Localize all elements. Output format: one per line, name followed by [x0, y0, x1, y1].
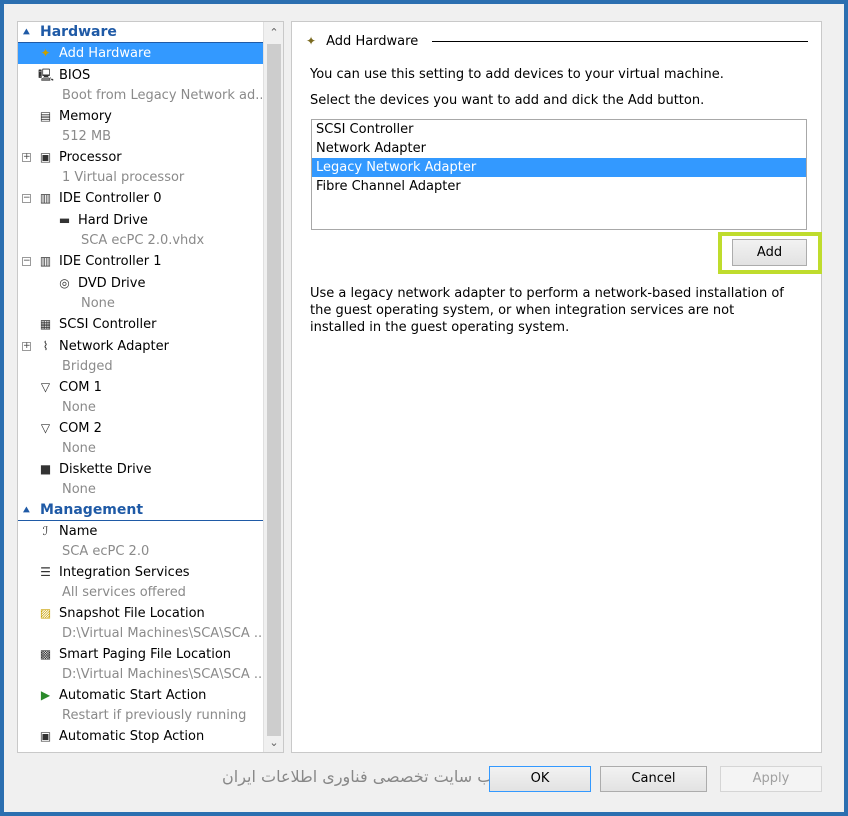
title-divider — [432, 41, 808, 42]
floppy-icon: ■ — [38, 462, 53, 477]
tree-item-snapshot-file-location[interactable]: ▨Snapshot File Location D:\Virtual Machi… — [18, 603, 264, 644]
start-action-icon: ▶ — [38, 688, 53, 703]
tree-item-ide-controller-0[interactable]: − ▥IDE Controller 0 — [18, 188, 264, 210]
scroll-up-icon[interactable]: ⌃ — [264, 22, 284, 42]
dvd-icon: ◎ — [57, 276, 72, 291]
tree-item-name[interactable]: ℐName SCA ecPC 2.0 — [18, 521, 264, 562]
tree-item-automatic-stop-action[interactable]: ▣Automatic Stop Action — [18, 726, 264, 748]
window-top-border — [0, 0, 848, 4]
tree-item-bios[interactable]: 🖳BIOS Boot from Legacy Network ad... — [18, 65, 264, 106]
collapse-chevron-icon[interactable]: ⯅ — [22, 500, 31, 521]
tree-item-automatic-start-action[interactable]: ▶Automatic Start Action Restart if previ… — [18, 685, 264, 726]
settings-tree: ⯅ Hardware ✦Add Hardware 🖳BIOS Boot from… — [17, 21, 284, 753]
section-label: Hardware — [40, 24, 117, 40]
tree-item-processor[interactable]: + ▣Processor 1 Virtual processor — [18, 147, 264, 188]
tree-item-com2[interactable]: ▽COM 2 None — [18, 418, 264, 459]
add-hardware-icon: ✦ — [306, 32, 322, 50]
cancel-button[interactable]: Cancel — [600, 766, 707, 792]
add-button[interactable]: Add — [732, 239, 807, 266]
apply-button[interactable]: Apply — [720, 766, 822, 792]
tree-item-diskette-drive[interactable]: ■Diskette Drive None — [18, 459, 264, 500]
snapshot-folder-icon: ▨ — [38, 606, 53, 621]
intro-text: You can use this setting to add devices … — [310, 67, 724, 83]
device-listbox[interactable]: SCSI Controller Network Adapter Legacy N… — [311, 119, 807, 230]
ok-button[interactable]: OK — [489, 766, 591, 792]
com-port-icon: ▽ — [38, 421, 53, 436]
tree-item-ide-controller-1[interactable]: − ▥IDE Controller 1 — [18, 251, 264, 273]
section-header-hardware[interactable]: ⯅ Hardware — [18, 22, 264, 43]
tree-item-hard-drive[interactable]: ▬Hard Drive SCA ecPC 2.0.vhdx — [18, 210, 264, 251]
tree-scrollbar[interactable]: ⌃ ⌄ — [263, 22, 283, 752]
add-hardware-icon: ✦ — [38, 46, 53, 61]
instruction-text: Select the devices you want to add and d… — [310, 93, 704, 109]
network-adapter-icon: ⌇ — [38, 339, 53, 354]
device-option[interactable]: SCSI Controller — [312, 120, 806, 139]
section-label: Management — [40, 502, 143, 518]
scroll-down-icon[interactable]: ⌄ — [264, 732, 284, 752]
tree-item-dvd-drive[interactable]: ◎DVD Drive None — [18, 273, 264, 314]
ide-controller-icon: ▥ — [38, 191, 53, 206]
ide-controller-icon: ▥ — [38, 254, 53, 269]
processor-icon: ▣ — [38, 150, 53, 165]
device-option[interactable]: Network Adapter — [312, 139, 806, 158]
add-hardware-panel: ✦ Add Hardware You can use this setting … — [291, 21, 822, 753]
tree-item-com1[interactable]: ▽COM 1 None — [18, 377, 264, 418]
tree-item-scsi-controller[interactable]: ▦SCSI Controller — [18, 314, 264, 336]
tree-item-smart-paging-file-location[interactable]: ▩Smart Paging File Location D:\Virtual M… — [18, 644, 264, 685]
com-port-icon: ▽ — [38, 380, 53, 395]
bios-icon: 🖳 — [38, 68, 53, 83]
section-header-management[interactable]: ⯅ Management — [18, 500, 264, 521]
collapse-chevron-icon[interactable]: ⯅ — [22, 22, 31, 43]
scrollbar-thumb[interactable] — [267, 44, 281, 736]
scsi-controller-icon: ▦ — [38, 317, 53, 332]
panel-title: ✦ Add Hardware — [306, 32, 418, 50]
integration-services-icon: ☰ — [38, 565, 53, 580]
device-option[interactable]: Fibre Channel Adapter — [312, 177, 806, 196]
tree-item-memory[interactable]: ▤Memory 512 MB — [18, 106, 264, 147]
hard-drive-icon: ▬ — [57, 213, 72, 228]
device-option-selected[interactable]: Legacy Network Adapter — [312, 158, 806, 177]
device-description: Use a legacy network adapter to perform … — [310, 285, 790, 336]
paging-file-icon: ▩ — [38, 647, 53, 662]
memory-icon: ▤ — [38, 109, 53, 124]
name-icon: ℐ — [38, 524, 53, 539]
tree-item-integration-services[interactable]: ☰Integration Services All services offer… — [18, 562, 264, 603]
tree-item-add-hardware[interactable]: ✦Add Hardware — [18, 43, 264, 65]
stop-action-icon: ▣ — [38, 729, 53, 744]
tree-item-network-adapter[interactable]: + ⌇Network Adapter Bridged — [18, 336, 264, 377]
